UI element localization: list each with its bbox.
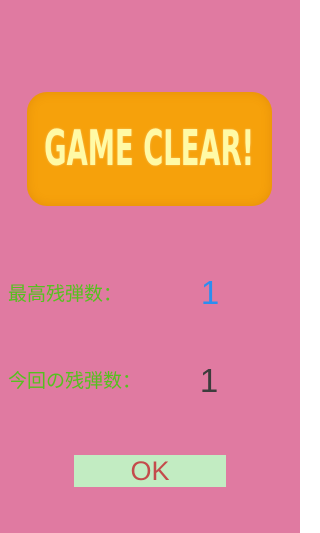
game-clear-banner: GAME CLEAR! (27, 92, 272, 206)
current-remaining-ammo-value: 1 (199, 362, 219, 399)
ok-button-label: OK (130, 455, 170, 486)
best-remaining-ammo-value: 1 (200, 274, 220, 311)
ok-button[interactable]: OK (74, 455, 226, 487)
game-clear-screen: GAME CLEAR! 最高残弾数： 1 今回の残弾数： 1 OK (0, 0, 300, 533)
best-remaining-ammo-label: 最高残弾数： (8, 283, 123, 305)
game-clear-title: GAME CLEAR! (44, 121, 255, 177)
current-remaining-ammo-label: 今回の残弾数： (8, 370, 142, 392)
